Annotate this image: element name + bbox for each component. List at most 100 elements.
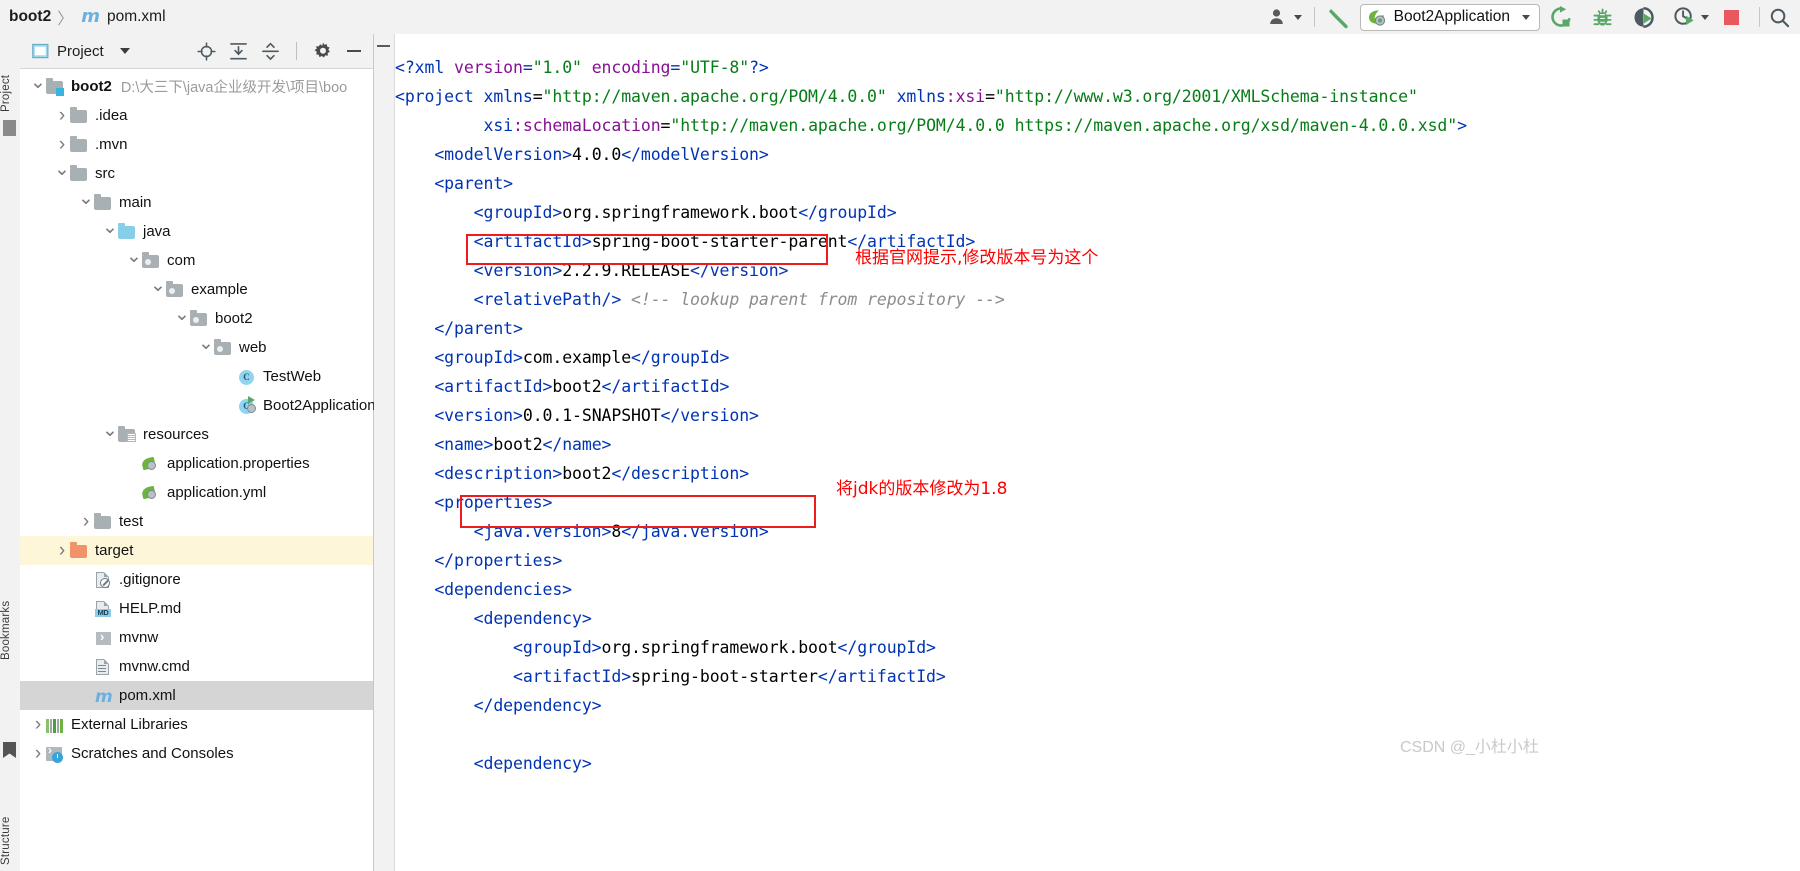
expand-all-icon[interactable] — [229, 42, 248, 61]
tree-node-com[interactable]: ⌄ com — [20, 246, 373, 275]
profiler-button[interactable] — [1664, 0, 1713, 34]
tab-bookmarks[interactable]: Bookmarks — [0, 560, 20, 660]
chevron-right-icon[interactable]: › — [54, 135, 70, 154]
pom-xml-source[interactable]: <?xml version="1.0" encoding="UTF-8"?> <… — [395, 51, 1467, 778]
code-line: </dependency> — [395, 696, 602, 715]
code-line: <dependencies> — [395, 580, 572, 599]
tree-node-example[interactable]: ⌄ example — [20, 275, 373, 304]
chevron-down-icon[interactable]: ⌄ — [30, 73, 46, 93]
chevron-right-icon[interactable]: › — [30, 744, 46, 763]
folder-package-icon — [214, 338, 232, 356]
tree-node-pomxml[interactable]: m pom.xml — [20, 681, 373, 710]
code-line: <name>boot2</name> — [395, 435, 611, 454]
run-with-coverage-button[interactable] — [1623, 0, 1664, 34]
tree-node-mvnwcmd[interactable]: mvnw.cmd — [20, 652, 373, 681]
collapse-minus-icon[interactable] — [377, 45, 390, 47]
code-token-tag: <parent> — [434, 173, 514, 193]
code-token-comment: <!-- lookup parent from repository --> — [631, 289, 1005, 309]
highlight-box-java-version-box — [460, 495, 816, 528]
chevron-down-icon[interactable]: ⌄ — [198, 334, 214, 354]
rerun-button[interactable] — [1540, 0, 1582, 34]
tree-node-boot2[interactable]: ⌄ boot2 D:\大三下\java企业级开发\项目\boo — [20, 72, 373, 101]
tree-node-mvn[interactable]: › .mvn — [20, 130, 373, 159]
tab-project[interactable]: Project — [0, 42, 20, 112]
chevron-down-icon[interactable]: ⌄ — [150, 276, 166, 296]
search-icon — [1770, 8, 1790, 27]
chevron-down-icon[interactable]: ⌄ — [102, 218, 118, 238]
text-file-icon — [94, 658, 112, 675]
chevron-down-icon[interactable]: ⌄ — [174, 305, 190, 325]
annotation-jdk-note: 将jdk的版本修改为1.8 — [836, 479, 1008, 499]
code-token-str: "http://maven.apache.org/POM/4.0.0" — [542, 86, 887, 106]
tree-node-target[interactable]: › target — [20, 536, 373, 565]
tree-node-help[interactable]: MD HELP.md — [20, 594, 373, 623]
chevron-down-icon[interactable]: ⌄ — [126, 247, 142, 267]
account-button[interactable] — [1264, 0, 1307, 34]
tree-node-scratches[interactable]: › Scratches and Consoles — [20, 739, 373, 768]
tree-node-label: resources — [143, 426, 209, 443]
tree-node-idea[interactable]: › .idea — [20, 101, 373, 130]
code-token-tag: <groupId> — [434, 347, 523, 367]
build-project-button[interactable] — [1322, 0, 1356, 34]
tree-node-bootapp[interactable]: C Boot2Application — [20, 391, 376, 420]
tree-node-boot2pkg[interactable]: ⌄ boot2 — [20, 304, 373, 333]
profiler-caret-icon[interactable] — [1701, 14, 1709, 20]
tree-node-label: TestWeb — [263, 368, 322, 385]
search-everywhere-button[interactable] — [1767, 0, 1800, 34]
tree-node-testweb[interactable]: C TestWeb — [20, 362, 373, 391]
tree-node-label: java — [143, 223, 171, 240]
tree-node-label: test — [119, 513, 144, 530]
hide-panel-button[interactable] — [346, 41, 362, 61]
tree-node-test[interactable]: › test — [20, 507, 373, 536]
toolbar-divider — [1313, 7, 1315, 27]
tree-node-mvnw[interactable]: mvnw — [20, 623, 373, 652]
project-tool-window: Project ⌄ boot2 D:\大三下\java企业级开发\项目\boo … — [20, 34, 376, 871]
chevron-right-icon[interactable]: › — [54, 541, 70, 560]
tree-node-appyml[interactable]: application.yml — [20, 478, 373, 507]
tab-structure[interactable]: Structure — [0, 770, 20, 865]
chevron-right-icon[interactable]: › — [30, 715, 46, 734]
code-token-tag: </groupId> — [631, 347, 730, 367]
tree-node-extlibs[interactable]: › External Libraries — [20, 710, 373, 739]
tree-node-resources[interactable]: ⌄ resources — [20, 420, 373, 449]
chevron-down-icon[interactable]: ⌄ — [54, 160, 70, 180]
project-panel-caret-icon[interactable] — [119, 48, 130, 54]
breadcrumb-file[interactable]: pom.xml — [107, 8, 166, 26]
chevron-right-icon[interactable]: › — [54, 106, 70, 125]
collapse-all-icon[interactable] — [261, 42, 280, 61]
editor-gutter[interactable] — [374, 34, 395, 871]
tree-node-src[interactable]: ⌄ src — [20, 159, 373, 188]
locate-file-icon[interactable] — [197, 41, 216, 61]
run-configuration-selector[interactable]: Boot2Application — [1359, 3, 1540, 31]
debug-button[interactable] — [1582, 0, 1623, 34]
chevron-down-icon[interactable]: ⌄ — [102, 421, 118, 441]
tree-node-java[interactable]: ⌄ java — [20, 217, 373, 246]
code-line: <groupId>org.springframework.boot</group… — [395, 638, 936, 657]
code-token-tag: <name> — [434, 434, 494, 454]
code-token-tag: </groupId> — [837, 637, 936, 657]
breadcrumb-project[interactable]: boot2 — [9, 8, 51, 26]
tree-node-web[interactable]: ⌄ web — [20, 333, 373, 362]
tree-node-appprops[interactable]: application.properties — [20, 449, 373, 478]
folder-gray-icon — [70, 106, 88, 124]
code-token-tag: <project — [395, 86, 484, 106]
chevron-down-icon[interactable]: ⌄ — [78, 189, 94, 209]
stop-button[interactable] — [1713, 0, 1752, 34]
chevron-right-icon[interactable]: › — [78, 512, 94, 531]
editor-pane[interactable]: <?xml version="1.0" encoding="UTF-8"?> <… — [395, 34, 1800, 871]
tree-node-main[interactable]: ⌄ main — [20, 188, 373, 217]
code-token-tag: <dependency> — [473, 608, 592, 628]
settings-gear-icon[interactable] — [313, 41, 333, 61]
project-tree[interactable]: ⌄ boot2 D:\大三下\java企业级开发\项目\boo › .idea › .mvn… — [20, 69, 376, 768]
run-configuration-caret-icon[interactable] — [1522, 14, 1530, 20]
tree-node-gitignore[interactable]: .gitignore — [20, 565, 373, 594]
folder-gray-icon — [70, 135, 88, 153]
